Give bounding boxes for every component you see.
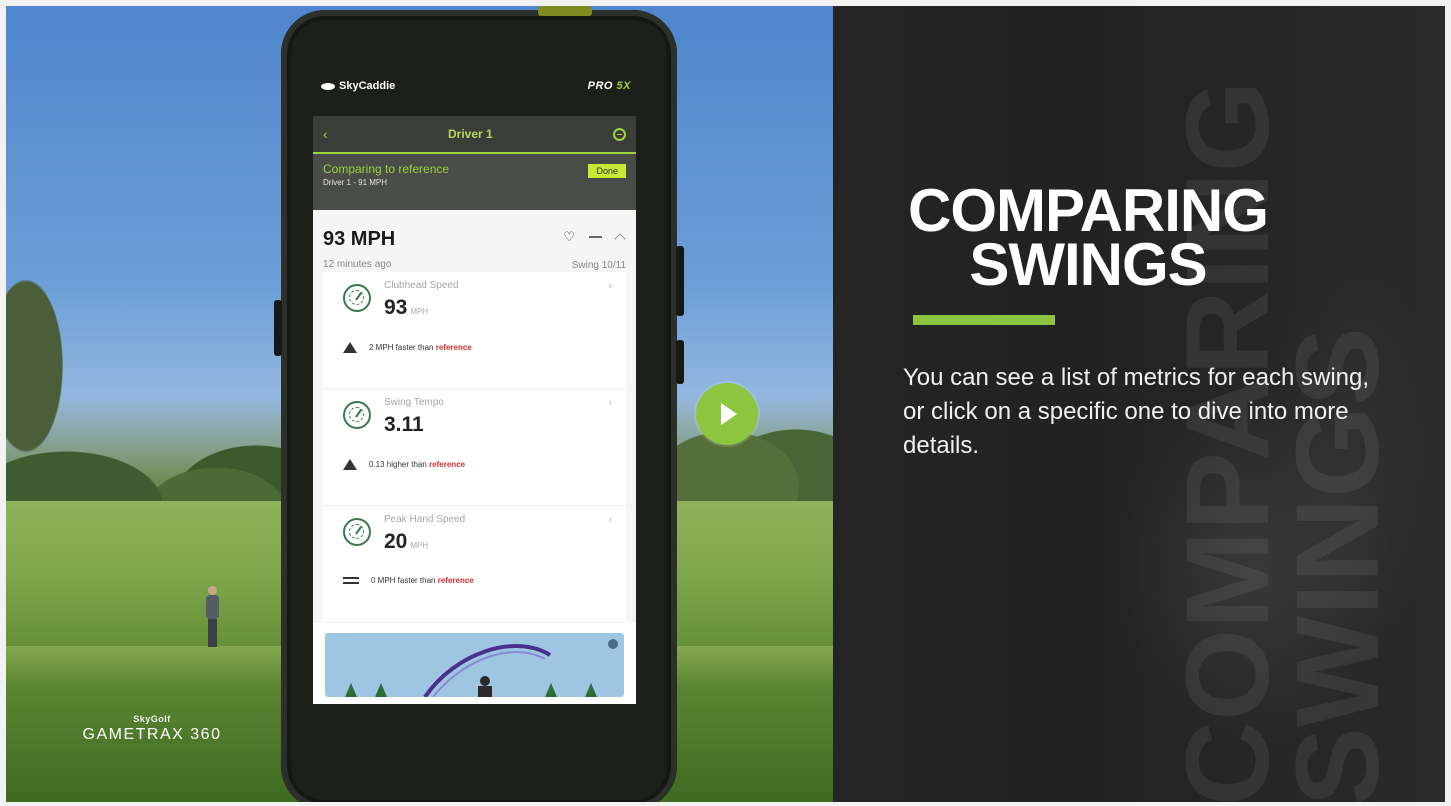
metric-card-swing-tempo[interactable]: Swing Tempo 3.11 › 0.13 higher than refe… bbox=[323, 389, 626, 506]
reference-subtitle: Driver 1 - 91 MPH bbox=[323, 178, 388, 187]
done-button[interactable]: Done bbox=[588, 164, 626, 178]
chevron-up-icon[interactable] bbox=[614, 232, 626, 245]
chevron-right-icon[interactable]: › bbox=[608, 397, 612, 409]
swing-actions: ♡ bbox=[563, 230, 626, 245]
app-bar: ‹ Driver 1 bbox=[313, 116, 636, 154]
swing-summary: 93 MPH 12 minutes ago Swing 10/11 ♡ bbox=[313, 210, 636, 272]
gauge-icon bbox=[343, 284, 371, 312]
phone-brand: SkyCaddie bbox=[339, 80, 396, 92]
phone-antenna bbox=[538, 6, 592, 16]
play-button[interactable] bbox=[696, 383, 758, 445]
heart-icon[interactable]: ♡ bbox=[563, 230, 575, 243]
metric-value: 93 MPH bbox=[384, 296, 429, 319]
metric-label: Peak Hand Speed bbox=[384, 514, 466, 525]
golf-course-scene: SkyGolf GAMETRAX 360 SkyCaddie PRO 5X ‹ … bbox=[6, 6, 833, 802]
chevron-left-icon[interactable]: ‹ bbox=[323, 126, 328, 142]
metric-card-clubhead-speed[interactable]: Clubhead Speed 93 MPH › 2 MPH faster than… bbox=[323, 272, 626, 389]
info-panel: COMPARING SWINGS COMPARING SWINGS You ca… bbox=[833, 6, 1445, 802]
metric-label: Swing Tempo bbox=[384, 397, 444, 408]
phone-header: SkyCaddie PRO 5X bbox=[321, 76, 631, 96]
metric-unit: MPH bbox=[410, 541, 429, 550]
reference-banner: Comparing to reference Driver 1 - 91 MPH… bbox=[313, 154, 636, 210]
phone-side-key bbox=[274, 300, 282, 356]
app-screen: ‹ Driver 1 Comparing to reference Driver… bbox=[313, 116, 636, 704]
metric-unit: MPH bbox=[410, 307, 429, 316]
panel-description: You can see a list of metrics for each s… bbox=[903, 364, 1370, 459]
triangle-up-icon bbox=[343, 342, 357, 353]
reference-title: Comparing to reference bbox=[323, 162, 450, 176]
metrics-list: Clubhead Speed 93 MPH › 2 MPH faster than… bbox=[313, 272, 636, 623]
phone-power-button bbox=[676, 246, 684, 316]
swing-arc-graphic bbox=[345, 644, 597, 697]
golfer bbox=[202, 586, 224, 648]
metric-comparison: 2 MPH faster than reference bbox=[343, 342, 472, 353]
triangle-up-icon bbox=[343, 459, 357, 470]
brand-product: GAMETRAX 360 bbox=[82, 726, 222, 743]
metric-comparison: 0 MPH faster than reference bbox=[343, 576, 474, 585]
metric-card-peak-hand-speed[interactable]: Peak Hand Speed 20 MPH › 0 MPH faster tha… bbox=[323, 506, 626, 623]
gametrax-logo: SkyGolf GAMETRAX 360 bbox=[62, 714, 242, 744]
skycaddie-logo: SkyCaddie bbox=[321, 80, 395, 92]
equals-icon bbox=[343, 577, 359, 584]
phone-device: SkyCaddie PRO 5X ‹ Driver 1 Comparing to… bbox=[274, 6, 684, 802]
gauge-icon bbox=[343, 518, 371, 546]
chevron-right-icon[interactable]: › bbox=[608, 514, 612, 526]
metric-value: 3.11 bbox=[384, 413, 424, 436]
brand-small: SkyGolf bbox=[133, 714, 171, 724]
swing-count: Swing 10/11 bbox=[571, 260, 626, 271]
video-frame: SkyGolf GAMETRAX 360 SkyCaddie PRO 5X ‹ … bbox=[6, 6, 1445, 802]
more-circle-icon[interactable] bbox=[613, 127, 626, 141]
phone-model: PRO 5X bbox=[587, 80, 631, 92]
accent-divider bbox=[913, 315, 1055, 325]
info-icon[interactable] bbox=[608, 639, 618, 649]
tree bbox=[6, 216, 76, 516]
reference-link: reference bbox=[435, 343, 472, 352]
app-bar-title: Driver 1 bbox=[447, 127, 493, 141]
reference-link: reference bbox=[429, 460, 466, 469]
skycaddie-logo-icon bbox=[321, 82, 335, 90]
panel-title: COMPARING SWINGS bbox=[908, 177, 1269, 298]
minus-icon[interactable] bbox=[589, 235, 602, 238]
gauge-icon bbox=[343, 401, 371, 429]
swing-visualization-card[interactable] bbox=[325, 633, 624, 697]
chevron-right-icon[interactable]: › bbox=[608, 280, 612, 292]
metric-comparison: 0.13 higher than reference bbox=[343, 459, 465, 470]
metric-label: Clubhead Speed bbox=[384, 280, 459, 291]
phone-volume-button bbox=[676, 340, 684, 384]
metric-value: 20 MPH bbox=[384, 530, 429, 553]
reference-link: reference bbox=[437, 576, 474, 585]
